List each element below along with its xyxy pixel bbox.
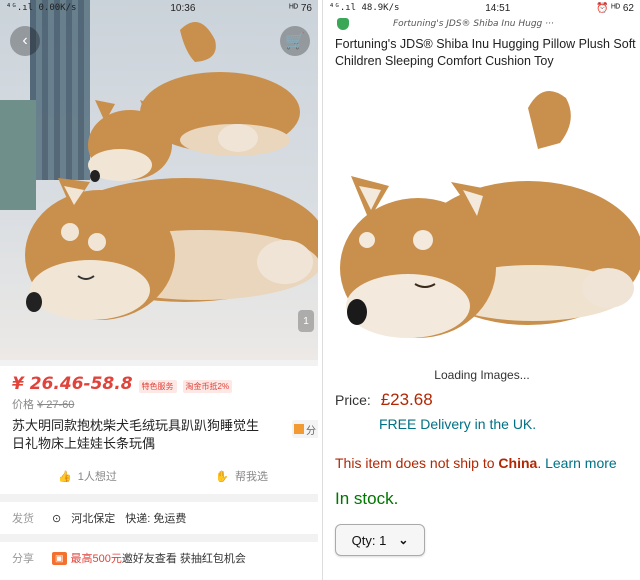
- shipping-key: 发货: [12, 513, 34, 525]
- coin-tag: 淘金币抵2%: [182, 380, 233, 393]
- cart-button[interactable]: 🛒: [280, 26, 310, 56]
- ship-from: 河北保定: [71, 513, 116, 525]
- free-delivery-link[interactable]: FREE Delivery in the UK.: [379, 416, 536, 432]
- chevron-left-icon: ‹: [22, 32, 28, 49]
- quantity-select[interactable]: Qty: 1 ⌄: [335, 524, 425, 556]
- price-section: ¥ 26.46-58.8 特色服务 淘金币抵2% 价格 ¥ 27-60 苏大明同…: [0, 366, 318, 580]
- status-time: 10:36: [170, 2, 196, 14]
- image-pager[interactable]: 1: [298, 310, 314, 332]
- promo-text: 邀好友查看 获抽红包机会: [121, 553, 246, 565]
- promo-tag: 特色服务: [138, 380, 177, 393]
- seller-bar[interactable]: Fortuning's JDS® Shiba Inu Hugg ···: [323, 16, 640, 32]
- price-label: Price:: [335, 392, 371, 408]
- status-signal: ⁴ᴳ.ıl 0.00K/s: [6, 3, 77, 13]
- share-badge-label: 分: [306, 425, 316, 437]
- status-signal: ⁴ᴳ.ıl 48.9K/s: [329, 3, 400, 13]
- shipping-row[interactable]: 发货 ⊙ 河北保定 快递: 免运费: [0, 502, 318, 534]
- loading-images: Loading Images...: [434, 368, 530, 382]
- amazon-panel: ⁴ᴳ.ıl 48.9K/s 14:51 ⏰ ᴴᴰ 62 Fortuning's …: [322, 0, 640, 580]
- promo-highlight: 最高500元: [70, 553, 122, 565]
- promo-row[interactable]: 分享 ▣ 最高500元 邀好友查看 获抽红包机会: [0, 542, 318, 574]
- product-photo-left[interactable]: ‹ 🛒 1: [0, 0, 318, 360]
- divider: [0, 494, 318, 502]
- price-line: Price: £23.68: [335, 390, 433, 410]
- no-ship-period: .: [537, 455, 546, 471]
- collect-button[interactable]: ✋ 帮我选: [215, 468, 268, 484]
- cart-icon: 🛒: [285, 33, 305, 50]
- price-value: £23.68: [380, 390, 433, 409]
- thumb-icon: 👍: [58, 471, 72, 483]
- stock-status: In stock.: [335, 489, 399, 508]
- shiba-plush-pair-image: [25, 22, 318, 320]
- divider: [0, 534, 318, 542]
- share-badge[interactable]: 分: [292, 420, 318, 438]
- collect-label: 帮我选: [235, 471, 268, 483]
- share-icon: [294, 424, 304, 434]
- product-title-cn: 苏大明同款抱枕柴犬毛绒玩具趴趴狗睡觉生日礼物床上娃娃长条玩偶: [12, 419, 260, 452]
- want-label: 1人想过: [77, 471, 117, 483]
- original-price: ¥ 27-60: [37, 399, 75, 411]
- status-time: 14:51: [485, 2, 511, 14]
- location-icon: ⊙: [52, 512, 62, 525]
- product-title-line1: Fortuning's JDS® Shiba Inu Hugging Pillo…: [335, 37, 636, 51]
- shield-icon: [337, 18, 349, 30]
- status-bar-left: ⁴ᴳ.ıl 0.00K/s 10:36 ᴴᴰ 76: [0, 0, 318, 16]
- gift-icon: ▣: [52, 551, 67, 565]
- back-button[interactable]: ‹: [10, 26, 40, 56]
- quantity-label: Qty: 1: [351, 532, 387, 548]
- no-ship-notice: This item does not ship to China. Learn …: [335, 455, 617, 471]
- status-right: ᴴᴰ 76: [289, 2, 312, 14]
- handshake-icon: ✋: [215, 471, 229, 483]
- product-title-line2: Children Sleeping Comfort Cushion Toy: [335, 54, 554, 68]
- taobao-panel: ‹ 🛒 1 ⁴ᴳ.ıl 0.00K/s 10:36 ᴴᴰ 76 ¥ 26.46-…: [0, 0, 318, 580]
- shiba-plush-image: [340, 90, 640, 338]
- price-range: ¥ 26.46-58.8: [12, 374, 133, 394]
- no-ship-text: This item does not ship to: [335, 455, 499, 471]
- product-title: Fortuning's JDS® Shiba Inu Hugging Pillo…: [323, 32, 640, 70]
- promo-key: 分享: [12, 553, 34, 565]
- no-ship-country: China: [498, 455, 538, 471]
- status-right: ⏰ ᴴᴰ 62: [596, 2, 634, 14]
- product-photo-right[interactable]: [323, 78, 640, 360]
- chevron-down-icon: ⌄: [398, 533, 409, 547]
- original-price-label: 价格: [12, 399, 34, 411]
- express-info: 快递: 免运费: [125, 513, 187, 525]
- seller-name: Fortuning's JDS® Shiba Inu Hugg ···: [393, 19, 554, 29]
- want-button[interactable]: 👍 1人想过: [58, 468, 117, 484]
- status-bar-right: ⁴ᴳ.ıl 48.9K/s 14:51 ⏰ ᴴᴰ 62: [323, 0, 640, 16]
- learn-more-link[interactable]: Learn more: [545, 455, 617, 471]
